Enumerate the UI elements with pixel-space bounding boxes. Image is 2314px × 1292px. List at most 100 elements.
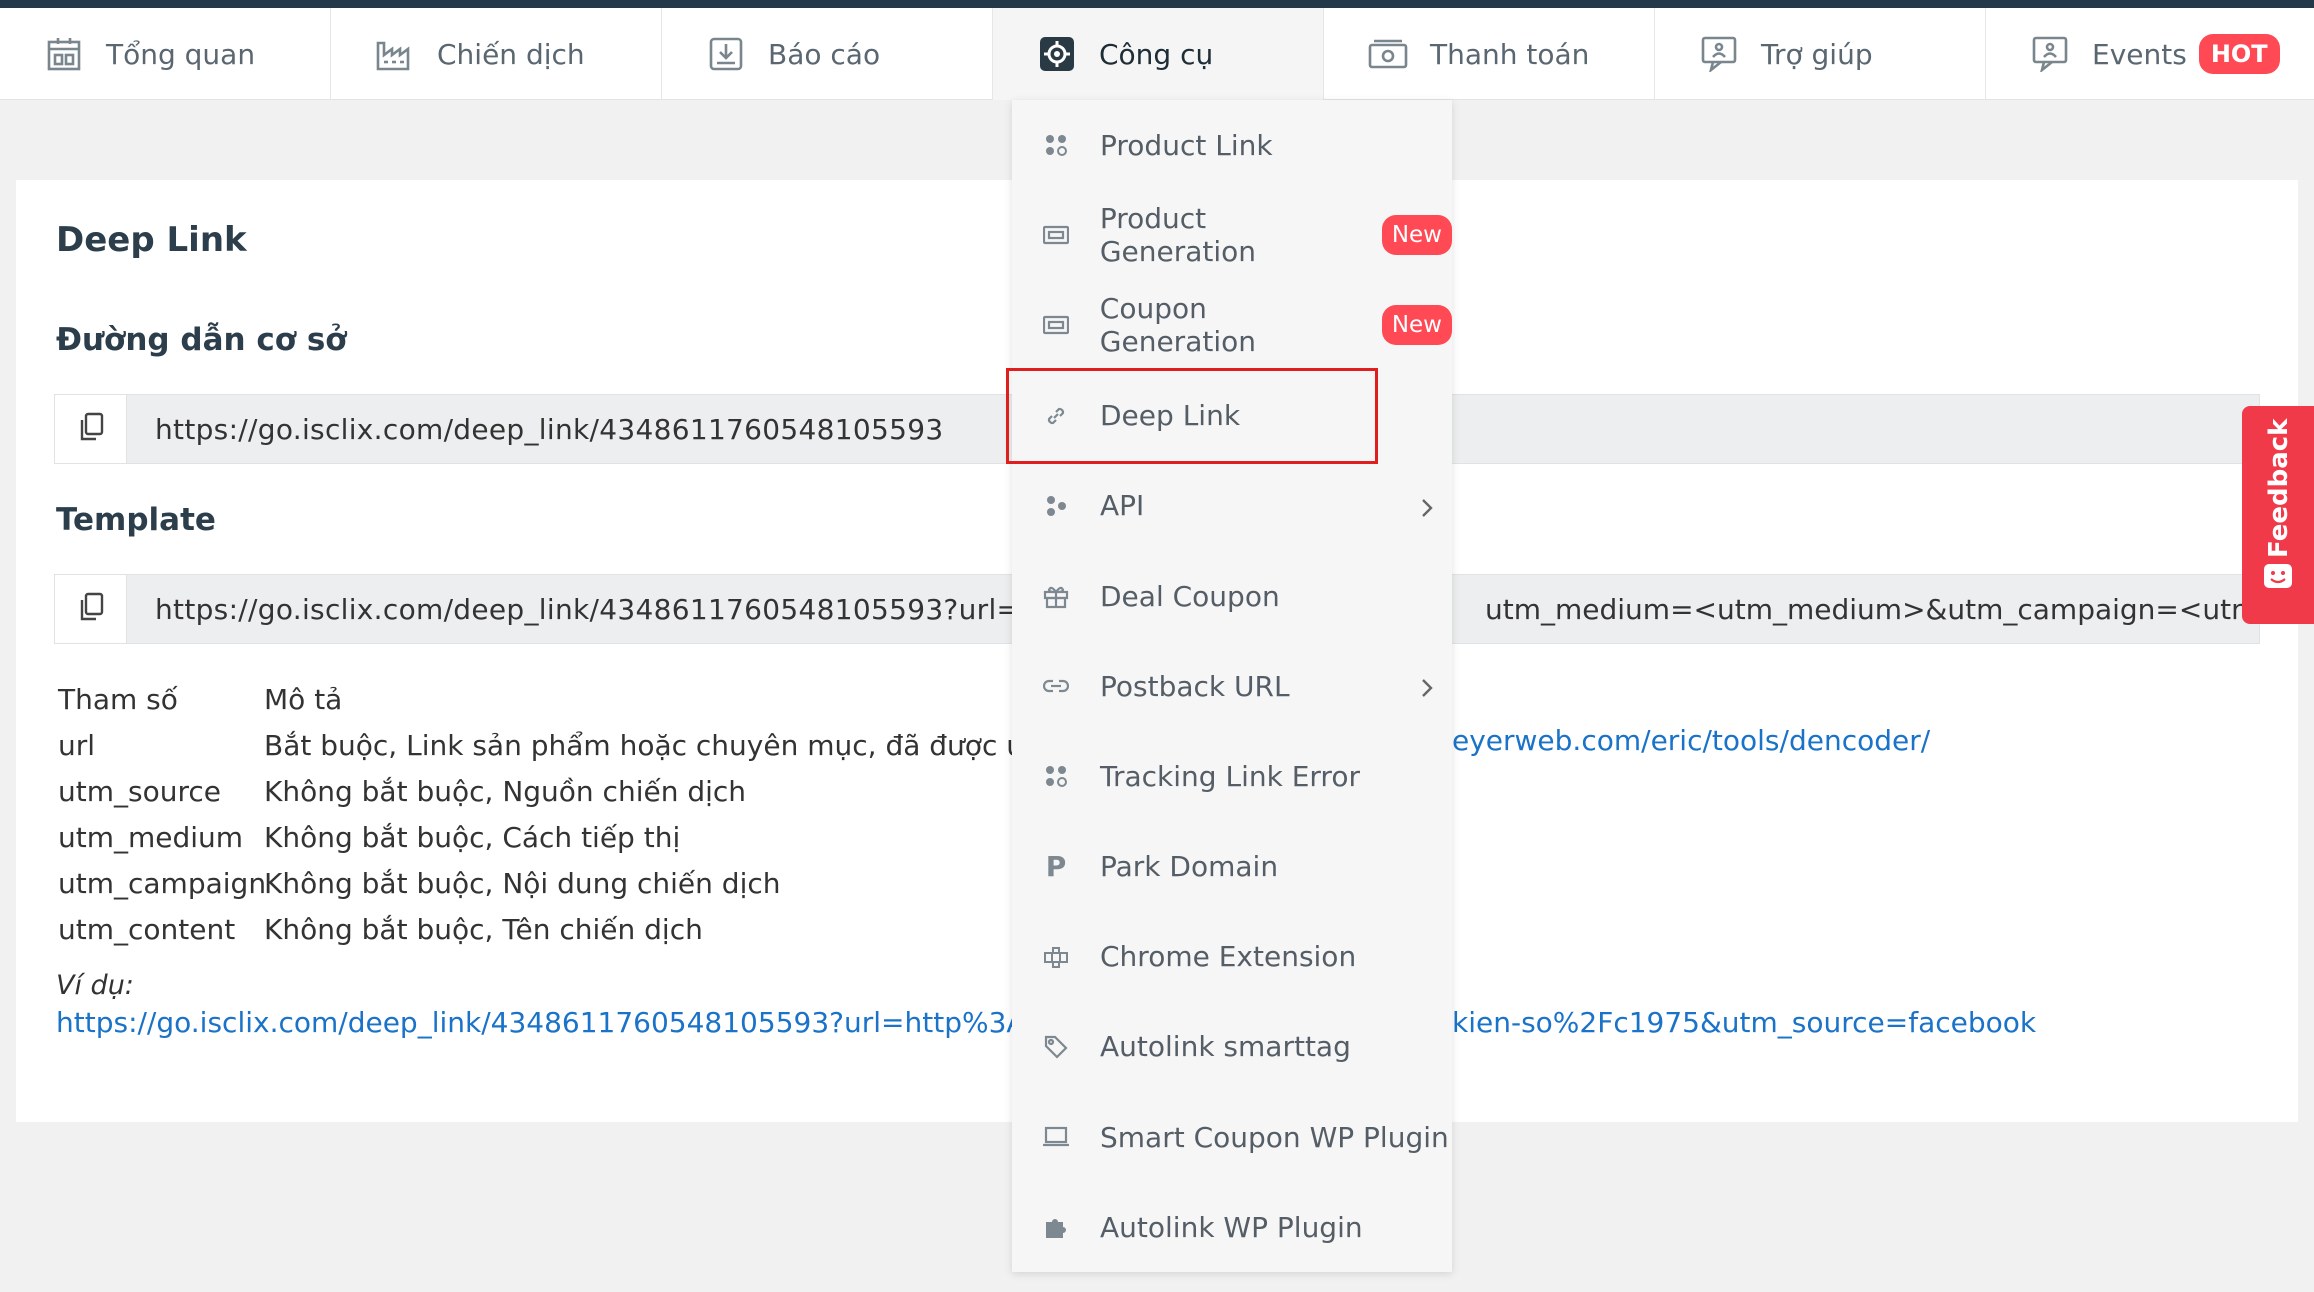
param-name: utm_source [58,774,221,808]
chevron-right-icon [1420,673,1434,706]
card-icon [1042,221,1070,249]
copy-template-url-button[interactable] [55,575,127,643]
money-icon [1368,34,1408,74]
menu-item-label: Coupon Generation [1099,292,1256,359]
link-nodes-icon [1042,131,1070,159]
menu-item-label: Park Domain [1100,850,1279,884]
link-icon [1042,672,1070,700]
copy-base-url-button[interactable] [55,395,127,463]
url-encoder-link[interactable]: eyerweb.com/eric/tools/dencoder/ [1452,724,1930,757]
factory-icon [375,34,415,74]
help-icon [1699,34,1739,74]
menu-item-autolink-smarttag[interactable]: Autolink smarttag [1012,1002,1452,1092]
puzzle-icon [1042,1213,1070,1241]
events-icon [2030,34,2070,74]
nav-label: Công cụ [1099,37,1214,71]
param-name: url [58,728,96,762]
new-badge: New [1381,215,1452,256]
main-navbar: Tổng quan Chiến dịch Báo cáo Công cụ Tha… [0,8,2314,100]
page-title: Deep Link [56,220,247,260]
menu-item-smart-coupon-wp-plugin[interactable]: Smart Coupon WP Plugin [1012,1092,1452,1182]
copy-icon [78,592,104,626]
p-icon: P [1045,850,1067,884]
menu-item-label: Smart Coupon WP Plugin [1100,1120,1449,1154]
params-table: Tham số Mô tả url Bắt buộc, Link sản phẩ… [58,676,1087,952]
base-url-title: Đường dẫn cơ sở [56,322,347,358]
menu-item-label: Product Link [1100,128,1273,162]
example-link-tail[interactable]: kien-so%2Fc1975&utm_source=facebook [1452,1006,2036,1039]
menu-item-api[interactable]: API [1012,461,1452,551]
nav-label: Trợ giúp [1761,37,1873,71]
table-row: utm_campaign Không bắt buộc, Nội dung ch… [58,860,1087,906]
nav-label: Báo cáo [768,37,881,71]
menu-item-label: Deal Coupon [1100,579,1280,613]
card-icon [1042,311,1070,339]
nav-cong-cu[interactable]: Công cụ [993,8,1324,100]
download-icon [706,34,746,74]
param-desc: Không bắt buộc, Nguồn chiến dịch [264,774,747,808]
menu-item-label: Autolink smarttag [1100,1030,1351,1064]
menu-item-deal-coupon[interactable]: Deal Coupon [1012,551,1452,641]
param-col-header: Tham số [58,682,178,716]
nav-label: Tổng quan [106,37,256,71]
param-name: utm_campaign [58,866,267,900]
menu-item-chrome-extension[interactable]: Chrome Extension [1012,912,1452,1002]
menu-item-label: Postback URL [1100,669,1290,703]
menu-item-coupon-generation[interactable]: Coupon Generation New [1012,280,1452,370]
menu-item-tracking-link-error[interactable]: Tracking Link Error [1012,731,1452,821]
copy-icon [78,412,104,446]
chevron-right-icon [1420,493,1434,526]
feedback-label: Feedback [2264,418,2294,558]
param-name: utm_medium [58,820,244,854]
param-desc: Không bắt buộc, Tên chiến dịch [264,912,703,946]
menu-item-label: Product Generation [1099,202,1257,269]
menu-item-label: Autolink WP Plugin [1100,1210,1363,1244]
menu-item-label: Tracking Link Error [1100,759,1360,793]
deep-link-highlight [1006,368,1378,464]
tag-icon [1042,1033,1070,1061]
gear-icon [1037,34,1077,74]
example-link[interactable]: https://go.isclix.com/deep_link/43486117… [56,1006,1070,1039]
feedback-button[interactable]: Feedback [2242,406,2314,624]
nav-tro-giup[interactable]: Trợ giúp [1655,8,1986,100]
nav-label: Thanh toán [1430,37,1590,71]
menu-item-autolink-wp-plugin[interactable]: Autolink WP Plugin [1012,1182,1452,1272]
menu-item-product-generation[interactable]: Product Generation New [1012,190,1452,280]
nav-thanh-toan[interactable]: Thanh toán [1324,8,1655,100]
param-desc: Bắt buộc, Link sản phẩm hoặc chuyên mục,… [264,728,1088,762]
example-label: Ví dụ: [56,970,134,1001]
link-nodes-icon [1042,762,1070,790]
nav-tong-quan[interactable]: Tổng quan [0,8,331,100]
nav-chien-dich[interactable]: Chiến dịch [331,8,662,100]
table-row: url Bắt buộc, Link sản phẩm hoặc chuyên … [58,722,1087,768]
new-badge: New [1381,305,1452,346]
table-row: utm_content Không bắt buộc, Tên chiến dị… [58,906,1087,952]
param-desc: Không bắt buộc, Nội dung chiến dịch [264,866,781,900]
params-header: Tham số Mô tả [58,676,1087,722]
dashboard-icon [44,34,84,74]
menu-item-label: Chrome Extension [1100,940,1357,974]
feedback-face-icon [2262,562,2294,596]
puzzle-grid-icon [1042,943,1070,971]
menu-item-product-link[interactable]: Product Link [1012,100,1452,190]
param-name: utm_content [58,912,236,946]
desc-col-header: Mô tả [264,682,343,716]
table-row: utm_source Không bắt buộc, Nguồn chiến d… [58,768,1087,814]
template-title: Template [56,502,216,538]
nav-label: Events [2092,37,2187,71]
laptop-icon [1042,1123,1070,1151]
gift-icon [1042,582,1070,610]
table-row: utm_medium Không bắt buộc, Cách tiếp thị [58,814,1087,860]
nav-events[interactable]: Events HOT [1986,8,2314,100]
tools-dropdown-menu: Product Link Product Generation New Coup… [1012,100,1452,1272]
param-desc: Không bắt buộc, Cách tiếp thị [264,820,681,854]
template-url-text-tail: utm_medium=<utm_medium>&utm_campaign=<ut… [1485,593,2255,626]
menu-item-postback-url[interactable]: Postback URL [1012,641,1452,731]
menu-item-park-domain[interactable]: P Park Domain [1012,822,1452,912]
menu-item-label: API [1100,489,1145,523]
api-icon [1042,492,1070,520]
top-accent-bar [0,0,2314,8]
nav-label: Chiến dịch [437,37,585,71]
nav-bao-cao[interactable]: Báo cáo [662,8,993,100]
hot-badge: HOT [2198,34,2280,74]
